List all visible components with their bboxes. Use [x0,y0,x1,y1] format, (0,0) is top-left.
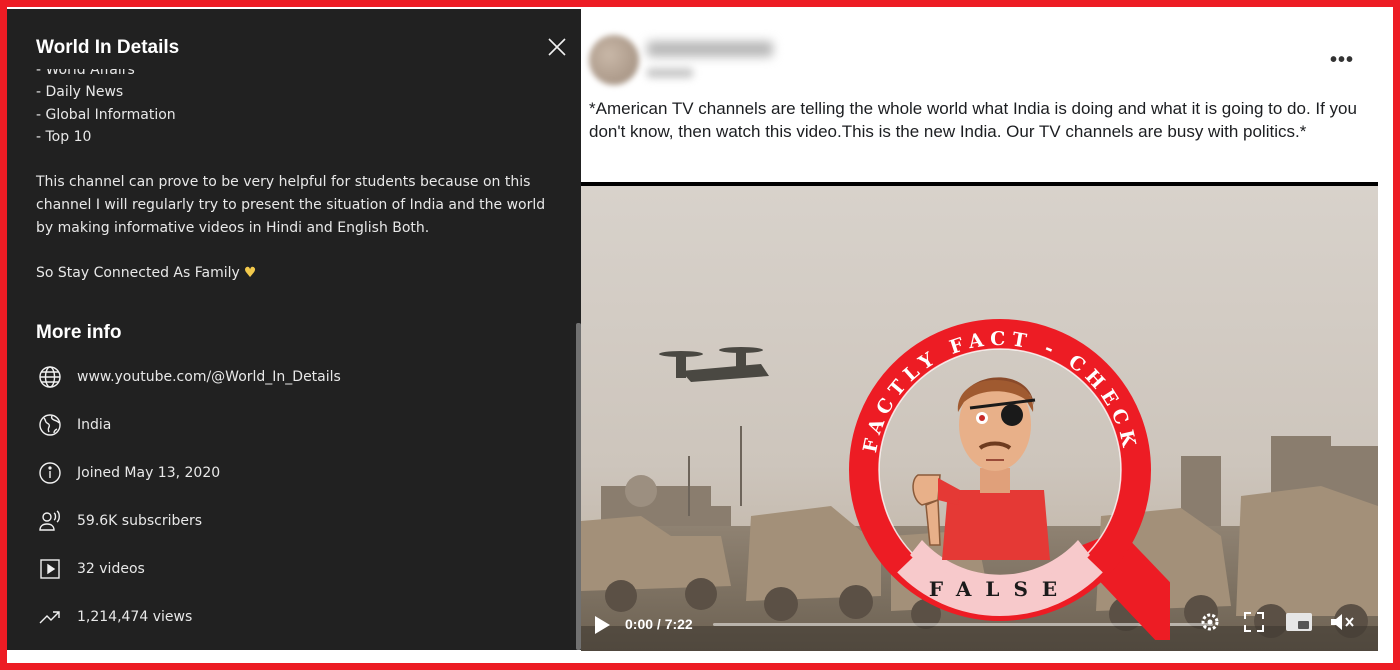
info-row-views: 1,214,474 views [37,604,192,630]
post-meta-blurred [647,68,693,78]
info-row-joined: Joined May 13, 2020 [37,460,220,486]
description-item: - Top 10 [36,129,92,146]
close-icon [548,38,566,56]
badge-verdict-text: FALSE [929,577,1071,601]
author-name-blurred [647,41,773,57]
info-row-videos: 32 videos [37,556,145,582]
reviewer-character-illustration [912,377,1050,560]
description-partial-line: - World Affairs [36,69,135,78]
channel-description: - World Affairs - Daily News - Global In… [36,69,556,284]
gear-icon [1201,613,1219,631]
channel-url-link[interactable]: www.youtube.com/@World_In_Details [77,369,341,385]
trending-icon [37,604,63,630]
close-button[interactable] [545,35,569,59]
channel-about-panel: World In Details - World Affairs - Daily… [7,9,581,650]
author-avatar-blurred [589,35,639,85]
info-row-country: India [37,412,111,438]
play-button[interactable] [593,615,611,640]
info-icon [37,460,63,486]
globe-location-icon [37,412,63,438]
description-paragraph: This channel can prove to be very helpfu… [36,174,546,236]
post-text: *American TV channels are telling the wh… [589,99,1357,141]
subscribers-count-text: 59.6K subscribers [77,513,203,529]
volume-button[interactable] [1329,611,1355,638]
more-info-heading: More info [36,322,122,343]
info-row-subscribers: 59.6K subscribers [37,508,202,534]
sign-off-text: So Stay Connected As Family [36,264,240,281]
globe-icon [37,364,63,390]
description-sign-off: So Stay Connected As Family ♥ [36,262,556,285]
country-text: India [77,417,112,433]
settings-button[interactable] [1199,611,1221,638]
views-count-text: 1,214,474 views [77,609,193,625]
video-time: 0:00 / 7:22 [625,616,693,632]
play-icon [595,616,610,634]
joined-date-text: Joined May 13, 2020 [77,465,221,481]
post-menu-button[interactable]: ••• [1330,49,1354,72]
description-item: - Global Information [36,106,176,123]
description-item: - Daily News [36,84,124,100]
picture-in-picture-icon [1286,613,1312,631]
videos-count-text: 32 videos [77,561,145,577]
factly-false-badge: FACTLY FACT - CHECK FALSE [849,319,1170,640]
subscribers-icon [37,508,63,534]
fullscreen-button[interactable] [1243,611,1265,638]
video-play-icon [37,556,63,582]
yellow-heart-icon: ♥ [243,264,257,281]
channel-title: World In Details [36,37,180,58]
mute-icon [1331,614,1354,630]
pip-button[interactable] [1285,611,1313,638]
info-row-url[interactable]: www.youtube.com/@World_In_Details [37,364,341,390]
expand-icon [1244,612,1264,632]
